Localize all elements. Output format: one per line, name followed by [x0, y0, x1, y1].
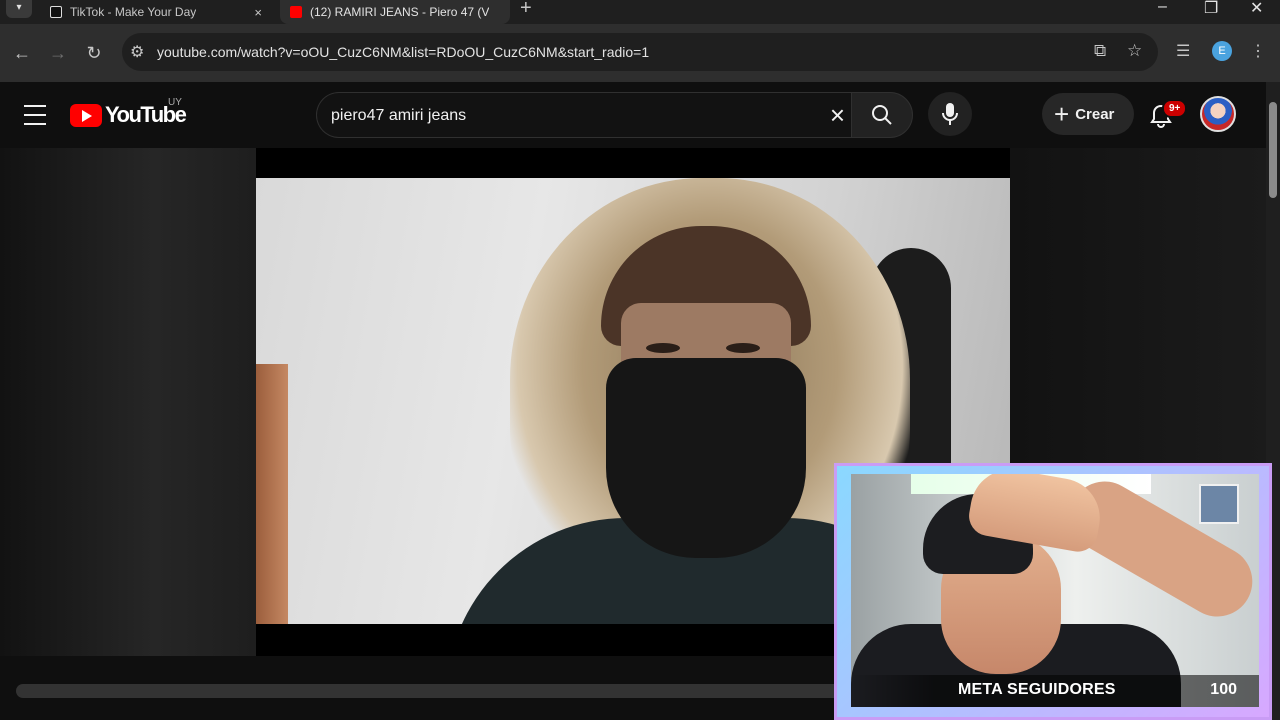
bookmark-star-icon[interactable]: ☆: [1127, 41, 1142, 61]
tab-title: TikTok - Make Your Day: [70, 5, 197, 19]
notification-badge: 9+: [1162, 99, 1188, 118]
address-url[interactable]: youtube.com/watch?v=oOU_CuzC6NM&list=RDo…: [157, 44, 649, 60]
browser-tab-strip: ▾ TikTok - Make Your Day × (12) RAMIRI J…: [0, 0, 1280, 24]
window-close-icon[interactable]: ✕: [1250, 0, 1263, 18]
youtube-play-icon: [70, 103, 102, 127]
create-label: Crear: [1075, 105, 1115, 123]
tab-tiktok[interactable]: TikTok - Make Your Day ×: [40, 0, 272, 24]
ambient-left: [0, 148, 256, 656]
eye-shape: [646, 343, 680, 353]
tab-close-icon[interactable]: ×: [254, 5, 262, 20]
browser-profile-avatar[interactable]: E: [1212, 41, 1232, 61]
microphone-icon: [942, 103, 958, 125]
webcam-overlay: META SEGUIDORES 100: [834, 463, 1272, 720]
reload-icon[interactable]: ↻: [82, 41, 106, 65]
search-query[interactable]: piero47 amiri jeans: [331, 107, 466, 125]
more-icon[interactable]: ⋮: [1250, 41, 1266, 61]
plus-icon: +: [1054, 99, 1070, 129]
minimize-icon[interactable]: –: [1158, 0, 1167, 16]
extensions-icon[interactable]: ☰: [1176, 41, 1190, 61]
eye-shape: [726, 343, 760, 353]
wall-picture-shape: [1199, 484, 1239, 524]
search-button[interactable]: [851, 92, 913, 138]
menu-icon[interactable]: [24, 105, 46, 125]
tab-search-button[interactable]: ▾: [6, 0, 32, 18]
forward-icon[interactable]: →: [46, 41, 70, 65]
site-settings-icon[interactable]: ⚙: [130, 42, 144, 62]
youtube-favicon-icon: [290, 6, 302, 18]
clear-search-icon[interactable]: ×: [830, 101, 845, 129]
follower-goal-label: META SEGUIDORES: [958, 681, 1116, 698]
search-input[interactable]: piero47 amiri jeans ×: [316, 92, 851, 138]
country-code: UY: [168, 97, 182, 108]
address-bar[interactable]: ⚙ youtube.com/watch?v=oOU_CuzC6NM&list=R…: [122, 33, 1158, 71]
below-player-bar: [16, 684, 846, 698]
account-avatar[interactable]: [1200, 96, 1236, 132]
restore-icon[interactable]: ❐: [1204, 0, 1218, 18]
new-tab-button[interactable]: +: [520, 0, 532, 20]
create-button[interactable]: + Crear: [1042, 93, 1134, 135]
webcam-feed: META SEGUIDORES 100: [851, 474, 1259, 707]
tiktok-favicon-icon: [50, 6, 62, 18]
tab-title: (12) RAMIRI JEANS - Piero 47 (V: [310, 5, 490, 19]
door-shape: [256, 364, 288, 624]
follower-goal-count: 100: [1210, 681, 1237, 698]
back-icon[interactable]: ←: [10, 41, 34, 65]
scrollbar-thumb[interactable]: [1269, 102, 1277, 198]
tab-youtube[interactable]: (12) RAMIRI JEANS - Piero 47 (V: [280, 0, 510, 24]
browser-toolbar: ← → ↻ ⚙ youtube.com/watch?v=oOU_CuzC6NM&…: [0, 24, 1280, 82]
youtube-masthead: YouTube UY piero47 amiri jeans × + Crear…: [0, 82, 1266, 148]
search-icon: [872, 105, 892, 125]
install-app-icon[interactable]: ⧉: [1094, 41, 1106, 61]
face-mask-shape: [606, 358, 806, 558]
voice-search-button[interactable]: [928, 92, 972, 136]
